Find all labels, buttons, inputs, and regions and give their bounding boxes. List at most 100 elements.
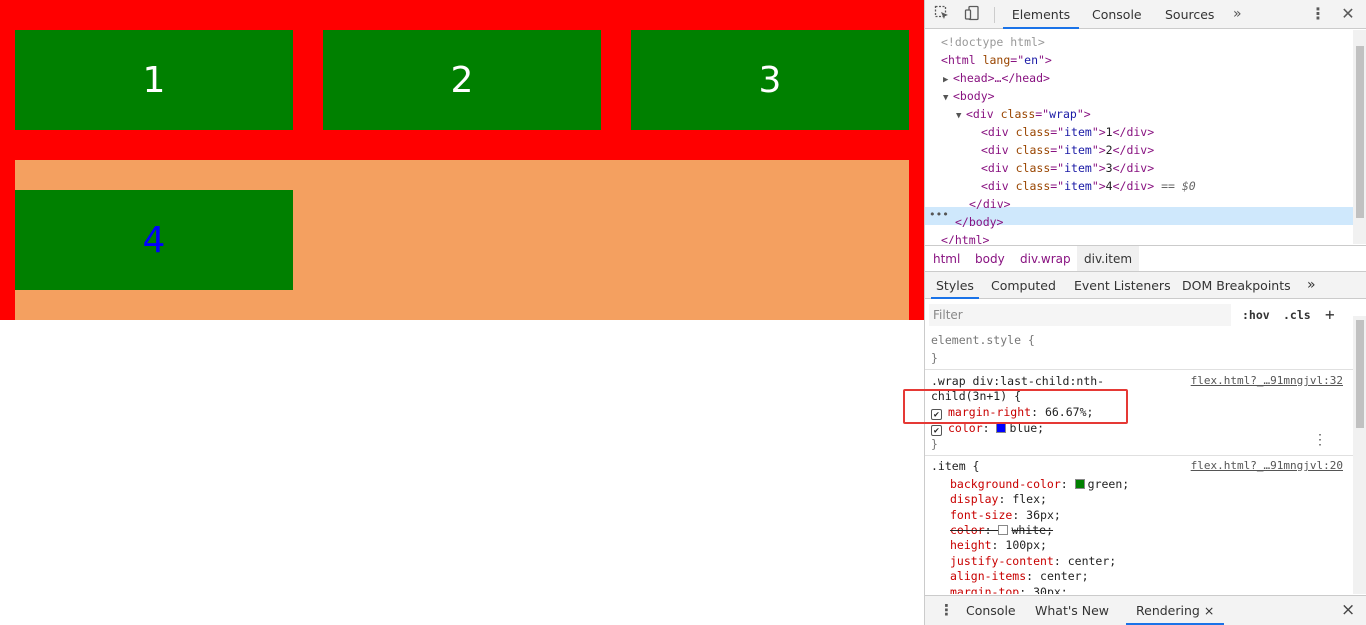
style-property-justify-content[interactable]: justify-content: center;: [950, 553, 1116, 569]
rule-source-link[interactable]: flex.html?_…91mngjvl:32: [1191, 373, 1343, 389]
style-property-height[interactable]: height: 100px;: [950, 537, 1047, 553]
drawer-tab-console[interactable]: Console: [966, 596, 1016, 625]
property-name[interactable]: color: [950, 523, 985, 537]
class-toggle[interactable]: .cls: [1283, 306, 1311, 324]
device-toolbar-icon[interactable]: [963, 5, 981, 23]
new-rule-button[interactable]: +: [1325, 306, 1335, 324]
dom-item-node-selected[interactable]: <div class="item">4</div> == $0: [981, 177, 1196, 195]
doctype-text: <!doctype html>: [941, 35, 1045, 49]
inspect-element-icon[interactable]: [933, 5, 951, 23]
dom-tree: ••• <!doctype html> <html lang="en"> ▶ <h…: [925, 30, 1353, 244]
close-icon[interactable]: ✕: [1339, 5, 1357, 23]
tab-sources[interactable]: Sources: [1165, 0, 1214, 29]
attr-name: lang: [982, 53, 1011, 67]
color-swatch[interactable]: [998, 525, 1009, 535]
item-label: 2: [450, 59, 474, 101]
breadcrumb-div-item[interactable]: div.item: [1077, 246, 1140, 271]
style-property-align-items[interactable]: align-items: center;: [950, 568, 1089, 584]
dom-html-node[interactable]: <html lang="en">: [941, 51, 1052, 69]
property-value[interactable]: 66.67%;: [1045, 405, 1093, 419]
property-value[interactable]: 100px;: [1005, 538, 1047, 552]
rule-source-link[interactable]: flex.html?_…91mngjvl:20: [1191, 458, 1343, 474]
tab-elements[interactable]: Elements: [1003, 0, 1079, 29]
property-name[interactable]: font-size: [950, 508, 1012, 522]
rule-selector[interactable]: .item {: [931, 458, 979, 474]
styles-scrollbar[interactable]: [1353, 316, 1366, 594]
drawer-menu-icon[interactable]: ⋮: [939, 596, 954, 625]
dom-wrap-node[interactable]: ▼ <div class="wrap">: [956, 105, 1091, 123]
collapse-triangle-icon[interactable]: ▼: [943, 89, 953, 107]
property-name[interactable]: align-items: [950, 569, 1026, 583]
hover-state-toggle[interactable]: :hov: [1242, 306, 1270, 324]
color-swatch[interactable]: [996, 423, 1007, 433]
property-value[interactable]: white;: [1011, 523, 1053, 537]
dom-doctype[interactable]: <!doctype html>: [941, 33, 1045, 51]
property-value[interactable]: flex;: [1012, 492, 1047, 506]
rule-close-brace: }: [931, 351, 938, 365]
style-property-font-size[interactable]: font-size: 36px;: [950, 507, 1061, 523]
rule-selector[interactable]: .wrap div:last-child:nth-: [931, 373, 1104, 389]
dom-html-close[interactable]: </html>: [941, 231, 989, 244]
rule-menu-icon[interactable]: ⋮: [1313, 432, 1327, 448]
close-drawer-icon[interactable]: ×: [1341, 596, 1355, 625]
tab-dom-breakpoints[interactable]: DOM Breakpoints: [1182, 272, 1291, 299]
dom-div-close[interactable]: </div>: [969, 195, 1011, 213]
drawer-tab-rendering[interactable]: Rendering ×: [1126, 596, 1225, 625]
property-name[interactable]: margin-right: [948, 405, 1031, 419]
property-name[interactable]: margin-top: [950, 585, 1019, 594]
styles-filter-input[interactable]: [929, 304, 1231, 326]
property-name[interactable]: justify-content: [950, 554, 1054, 568]
property-value[interactable]: center;: [1040, 569, 1088, 583]
tab-console[interactable]: Console: [1092, 0, 1142, 29]
more-subtabs-icon[interactable]: »: [1307, 272, 1316, 299]
node-text: 3: [1105, 161, 1113, 175]
property-checkbox[interactable]: ✔: [931, 409, 942, 420]
dom-body-close[interactable]: </body>: [955, 213, 1003, 231]
kebab-menu-icon[interactable]: ⋮: [1309, 5, 1327, 23]
drawer-tab-whats-new[interactable]: What's New: [1035, 596, 1109, 625]
property-value[interactable]: center;: [1068, 554, 1116, 568]
style-property-margin-right[interactable]: ✔ margin-right: 66.67%;: [931, 404, 1093, 420]
property-value[interactable]: green;: [1088, 477, 1130, 491]
style-property-color-overridden[interactable]: color: white;: [950, 522, 1053, 538]
body-text: <body>: [953, 89, 995, 103]
collapse-triangle-icon[interactable]: ▼: [956, 107, 966, 125]
property-value[interactable]: 36px;: [1026, 508, 1061, 522]
breadcrumb-body[interactable]: body: [975, 246, 1005, 271]
dom-item-node[interactable]: <div class="item">2</div>: [981, 141, 1154, 159]
dom-head-node[interactable]: ▶ <head>…</head>: [943, 69, 1050, 87]
property-value[interactable]: 30px;: [1033, 585, 1068, 594]
tab-styles[interactable]: Styles: [931, 272, 979, 299]
dom-item-node[interactable]: <div class="item">1</div>: [981, 123, 1154, 141]
breadcrumb-html[interactable]: html: [933, 246, 960, 271]
dom-scrollbar-thumb[interactable]: [1356, 46, 1364, 218]
tab-computed[interactable]: Computed: [991, 272, 1056, 299]
property-name[interactable]: color: [948, 421, 983, 435]
dom-scrollbar[interactable]: [1353, 30, 1366, 244]
breadcrumb-div-wrap[interactable]: div.wrap: [1020, 246, 1071, 271]
close-tab-icon[interactable]: ×: [1204, 603, 1214, 618]
property-name[interactable]: display: [950, 492, 998, 506]
more-tabs-icon[interactable]: »: [1233, 0, 1242, 29]
attr-name: class: [1000, 107, 1036, 121]
style-property-background-color[interactable]: background-color: green;: [950, 476, 1129, 492]
tab-event-listeners[interactable]: Event Listeners: [1074, 272, 1171, 299]
rule-divider: [925, 455, 1353, 456]
dom-body-node[interactable]: ▼ <body>: [943, 87, 995, 105]
style-property-margin-top[interactable]: margin-top: 30px;: [950, 584, 1068, 594]
property-name[interactable]: height: [950, 538, 992, 552]
dom-item-node[interactable]: <div class="item">3</div>: [981, 159, 1154, 177]
attr-value: item: [1064, 125, 1092, 139]
rule-selector-cont[interactable]: child(3n+1) {: [931, 388, 1021, 404]
styles-scrollbar-thumb[interactable]: [1356, 320, 1364, 428]
selected-node-marker: == $0: [1161, 179, 1196, 193]
element-style-selector[interactable]: element.style {: [931, 332, 1035, 348]
page-viewport: 1 2 3 4: [0, 0, 924, 625]
style-property-color[interactable]: ✔ color: blue;: [931, 420, 1044, 436]
property-value[interactable]: blue;: [1009, 421, 1044, 435]
color-swatch[interactable]: [1074, 479, 1085, 489]
more-options-icon[interactable]: •••: [929, 207, 949, 225]
property-checkbox[interactable]: ✔: [931, 425, 942, 436]
style-property-display[interactable]: display: flex;: [950, 491, 1047, 507]
property-name[interactable]: background-color: [950, 477, 1061, 491]
